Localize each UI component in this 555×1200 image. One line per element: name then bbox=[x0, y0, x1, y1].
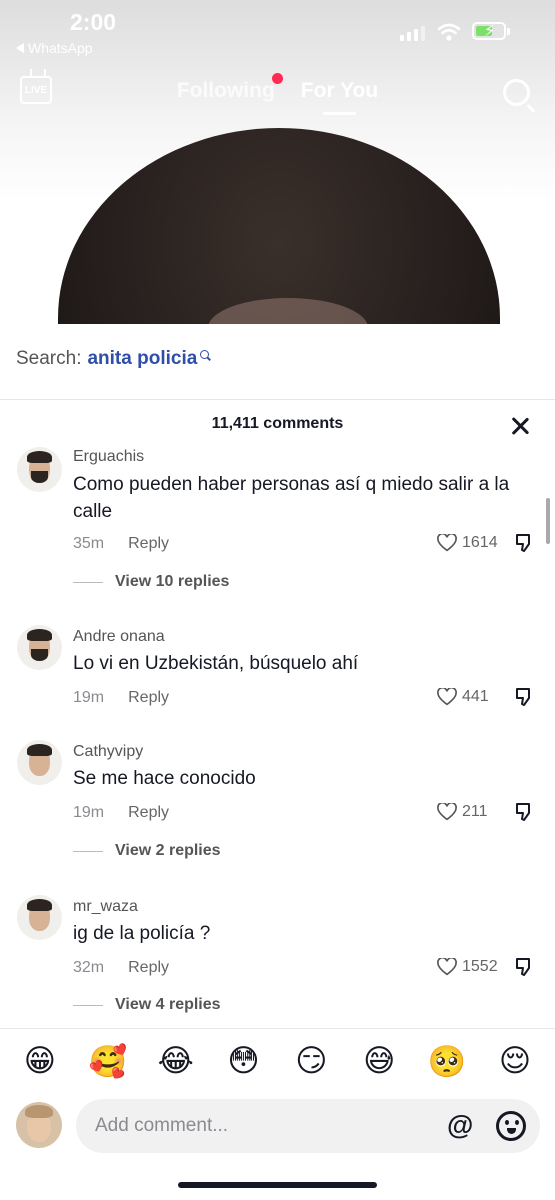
emoji-button[interactable]: 😁 bbox=[15, 1043, 65, 1080]
comment-time: 32m bbox=[73, 959, 105, 976]
comment-meta: 32m Reply bbox=[73, 959, 169, 977]
view-replies-label: View 2 replies bbox=[115, 842, 221, 859]
comment-username[interactable]: mr_waza bbox=[73, 898, 138, 916]
comment-meta: 35m Reply bbox=[73, 535, 169, 553]
search-term-link[interactable]: anita policia bbox=[87, 348, 197, 370]
charging-bolt-icon: ⚡ bbox=[484, 23, 496, 40]
avatar[interactable] bbox=[17, 895, 62, 940]
comment-text: Como pueden haber personas así q miedo s… bbox=[73, 474, 510, 522]
comments-scrollbar[interactable] bbox=[546, 498, 550, 544]
emoji-button[interactable]: 😳 bbox=[219, 1043, 269, 1080]
dislike-icon[interactable] bbox=[514, 687, 534, 707]
view-replies-button[interactable]: View 4 replies bbox=[73, 996, 221, 1014]
divider bbox=[0, 1028, 555, 1029]
emoji-button[interactable]: 🥰 bbox=[83, 1043, 133, 1080]
comment-text: Se me hace conocido bbox=[73, 768, 256, 789]
emoji-button[interactable]: 😌 bbox=[490, 1043, 540, 1080]
like-count: 1552 bbox=[462, 958, 498, 975]
emoji-button[interactable]: 😂 bbox=[151, 1043, 201, 1080]
comment-meta: 19m Reply bbox=[73, 689, 169, 707]
emoji-picker-icon[interactable] bbox=[496, 1111, 526, 1141]
divider bbox=[0, 399, 555, 400]
back-app-label: WhatsApp bbox=[28, 40, 93, 56]
cellular-signal-icon bbox=[400, 26, 425, 41]
reply-button[interactable]: Reply bbox=[128, 535, 169, 553]
comment-username[interactable]: Erguachis bbox=[73, 448, 144, 466]
avatar[interactable] bbox=[17, 625, 62, 670]
like-count: 1614 bbox=[462, 534, 498, 551]
view-replies-button[interactable]: View 2 replies bbox=[73, 842, 221, 860]
like-button[interactable]: 211 bbox=[437, 803, 488, 821]
comment-text: Lo vi en Uzbekistán, búsquelo ahí bbox=[73, 653, 359, 674]
reply-button[interactable]: Reply bbox=[128, 689, 169, 707]
heart-icon bbox=[437, 803, 457, 821]
dislike-icon[interactable] bbox=[514, 957, 534, 977]
view-replies-button[interactable]: View 10 replies bbox=[73, 573, 229, 591]
quick-emoji-bar: 😁 🥰 😂 😳 😏 😅 🥺 😌 bbox=[0, 1043, 555, 1080]
wifi-icon bbox=[437, 23, 461, 41]
emoji-button[interactable]: 🥺 bbox=[422, 1043, 472, 1080]
like-count: 441 bbox=[462, 688, 489, 705]
avatar[interactable] bbox=[17, 740, 62, 785]
comment-username[interactable]: Andre onana bbox=[73, 628, 165, 646]
search-suggestion[interactable]: Search: anita policia bbox=[16, 348, 210, 370]
my-avatar[interactable] bbox=[16, 1102, 62, 1148]
dislike-icon[interactable] bbox=[514, 802, 534, 822]
like-button[interactable]: 1614 bbox=[437, 534, 498, 552]
comment-time: 19m bbox=[73, 804, 105, 821]
heart-icon bbox=[437, 688, 457, 706]
like-count: 211 bbox=[462, 803, 488, 820]
comment-username[interactable]: Cathyvipy bbox=[73, 743, 143, 761]
reply-button[interactable]: Reply bbox=[128, 804, 169, 822]
dislike-icon[interactable] bbox=[514, 533, 534, 553]
search-prefix: Search: bbox=[16, 348, 82, 369]
back-to-app-link[interactable]: WhatsApp bbox=[16, 40, 93, 56]
comment-time: 35m bbox=[73, 535, 105, 552]
comment-meta: 19m Reply bbox=[73, 804, 169, 822]
emoji-button[interactable]: 😏 bbox=[286, 1043, 336, 1080]
avatar[interactable] bbox=[17, 447, 62, 492]
view-replies-label: View 10 replies bbox=[115, 573, 230, 590]
search-icon[interactable] bbox=[503, 79, 530, 106]
comments-count-title: 11,411 comments bbox=[211, 415, 344, 432]
tab-for-you[interactable]: For You bbox=[301, 79, 378, 115]
like-button[interactable]: 1552 bbox=[437, 958, 498, 976]
back-arrow-icon bbox=[16, 43, 24, 53]
comment-time: 19m bbox=[73, 689, 105, 706]
status-time: 2:00 bbox=[70, 9, 117, 35]
heart-icon bbox=[437, 534, 457, 552]
video-frame-person-hair bbox=[58, 128, 500, 324]
following-notification-dot bbox=[272, 73, 283, 84]
small-search-icon bbox=[200, 349, 210, 359]
like-button[interactable]: 441 bbox=[437, 688, 489, 706]
comment-text: ig de la policía ? bbox=[73, 923, 211, 944]
home-indicator[interactable] bbox=[178, 1182, 377, 1188]
mention-at-icon[interactable]: @ bbox=[447, 1110, 473, 1141]
reply-button[interactable]: Reply bbox=[128, 959, 169, 977]
view-replies-label: View 4 replies bbox=[115, 996, 221, 1013]
emoji-button[interactable]: 😅 bbox=[354, 1043, 404, 1080]
heart-icon bbox=[437, 958, 457, 976]
tab-following[interactable]: Following bbox=[177, 79, 275, 103]
close-comments-button[interactable] bbox=[510, 416, 530, 436]
